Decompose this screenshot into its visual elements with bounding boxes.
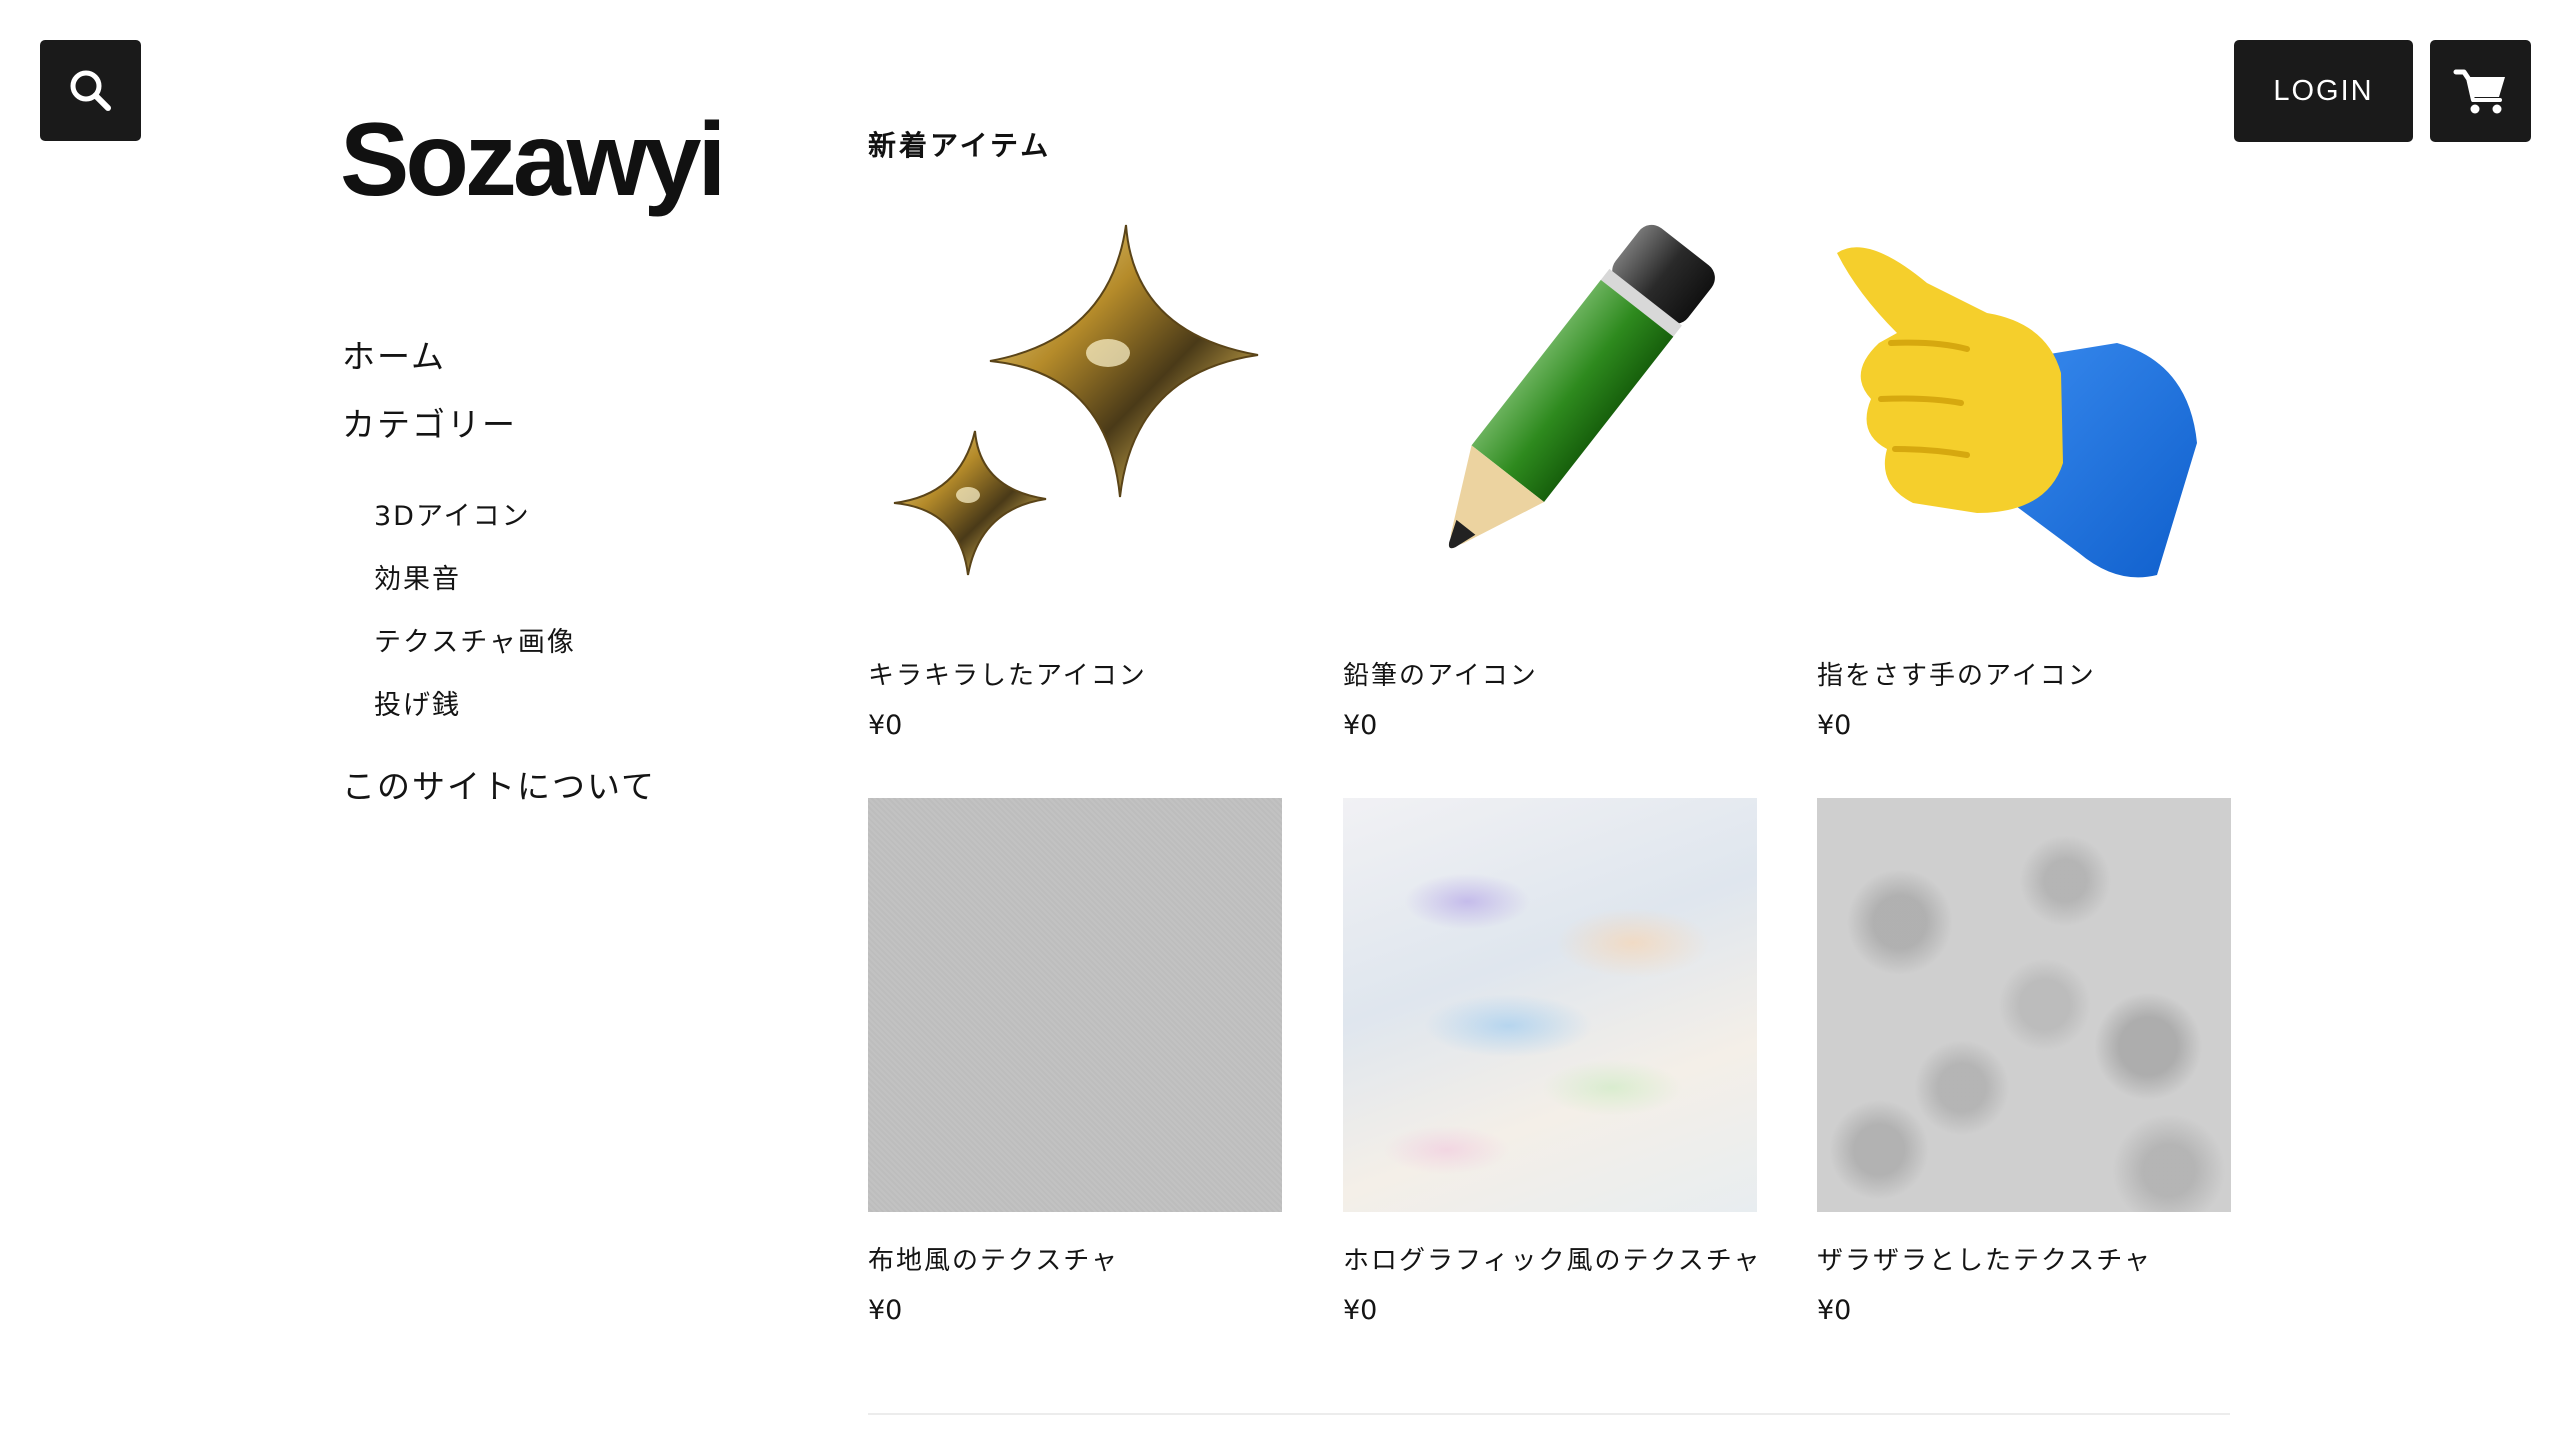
fabric-texture[interactable]	[868, 798, 1282, 1212]
product-name[interactable]: ザラザラとしたテクスチャ	[1817, 1240, 2152, 1277]
product-name[interactable]: 鉛筆のアイコン	[1343, 655, 1538, 692]
nav-sub-3d-icons[interactable]: 3Dアイコン	[374, 494, 531, 533]
product-price: ¥0	[1343, 1295, 1378, 1326]
product-name[interactable]: 指をさす手のアイコン	[1817, 655, 2096, 692]
rough-texture[interactable]	[1817, 798, 2231, 1212]
search-icon	[70, 70, 111, 111]
product-price: ¥0	[1817, 710, 1852, 741]
site-logo[interactable]: Sozawyi	[340, 108, 726, 212]
product-name[interactable]: ホログラフィック風のテクスチャ	[1343, 1240, 1761, 1277]
content-divider	[868, 1413, 2230, 1415]
section-title: 新着アイテム	[868, 129, 1052, 162]
product-price: ¥0	[1343, 710, 1378, 741]
nav-sub-textures[interactable]: テクスチャ画像	[374, 620, 576, 659]
sparkles-3d-icon[interactable]	[868, 213, 1282, 627]
cart-icon	[2453, 69, 2505, 114]
product-price: ¥0	[868, 1295, 903, 1326]
cart-button[interactable]	[2430, 40, 2531, 142]
search-button[interactable]	[40, 40, 141, 141]
nav-sub-tip[interactable]: 投げ銭	[374, 683, 461, 722]
pointing-hand-3d-icon[interactable]	[1817, 213, 2231, 627]
nav-sub-sound-effects[interactable]: 効果音	[374, 557, 461, 596]
nav-about[interactable]: このサイトについて	[342, 760, 656, 808]
product-name[interactable]: キラキラしたアイコン	[868, 655, 1147, 692]
login-button[interactable]: LOGIN	[2234, 40, 2413, 142]
nav-home[interactable]: ホーム	[342, 330, 446, 378]
holographic-texture[interactable]	[1343, 798, 1757, 1212]
product-price: ¥0	[1817, 1295, 1852, 1326]
product-price: ¥0	[868, 710, 903, 741]
pencil-3d-icon[interactable]	[1343, 213, 1757, 627]
nav-category[interactable]: カテゴリー	[342, 398, 517, 446]
product-name[interactable]: 布地風のテクスチャ	[868, 1240, 1119, 1277]
